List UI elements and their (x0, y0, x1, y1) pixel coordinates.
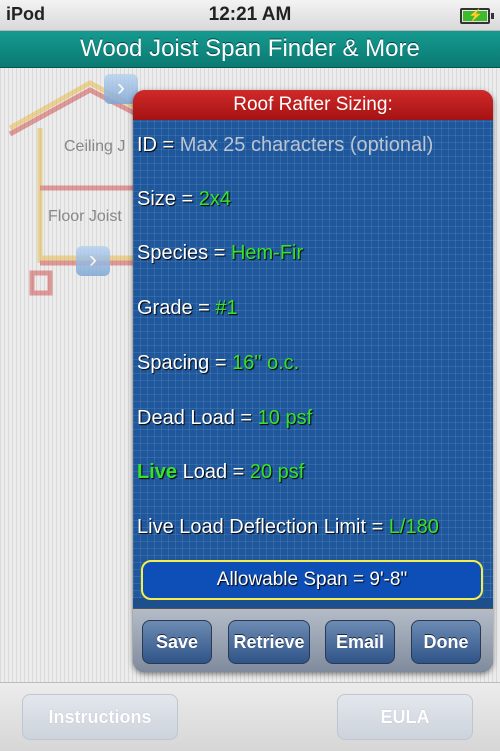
species-row[interactable]: Species = Hem-Fir (137, 242, 303, 265)
id-field[interactable]: Max 25 characters (optional) (180, 134, 433, 156)
live-word: Live (137, 461, 178, 483)
panel-header: Roof Rafter Sizing: (133, 90, 493, 120)
ceiling-joist-label: Ceiling J (64, 138, 126, 155)
bottom-bar: Instructions EULA (0, 682, 500, 751)
size-row[interactable]: Size = 2x4 (137, 188, 231, 211)
spacing-value[interactable]: 16" o.c. (232, 352, 299, 374)
allowable-span-display: Allowable Span = 9'-8" (141, 560, 483, 600)
spacing-row[interactable]: Spacing = 16" o.c. (137, 352, 299, 375)
panel-body: ID = Max 25 characters (optional) Size =… (133, 120, 493, 598)
dead-load-row[interactable]: Dead Load = 10 psf (137, 407, 312, 430)
chevron-right-icon[interactable]: › (76, 246, 110, 276)
eula-button[interactable]: EULA (337, 694, 473, 740)
floor-joist-label: Floor Joist (48, 208, 122, 225)
id-row[interactable]: ID = Max 25 characters (optional) (137, 134, 433, 157)
done-button[interactable]: Done (411, 620, 481, 664)
dead-load-value[interactable]: 10 psf (258, 407, 312, 429)
panel-toolbar: Save Retrieve Email Done (133, 608, 493, 672)
app-title: Wood Joist Span Finder & More (80, 35, 420, 62)
roof-rafter-panel: Roof Rafter Sizing: ID = Max 25 characte… (133, 90, 493, 672)
species-value[interactable]: Hem-Fir (231, 242, 303, 264)
size-value[interactable]: 2x4 (199, 188, 231, 210)
grade-value[interactable]: #1 (215, 297, 237, 319)
save-button[interactable]: Save (142, 620, 212, 664)
grade-row[interactable]: Grade = #1 (137, 297, 238, 320)
status-bar: iPod 12:21 AM ⚡ (0, 0, 500, 31)
title-bar: Wood Joist Span Finder & More (0, 31, 500, 68)
live-load-row[interactable]: Live Load = 20 psf (137, 461, 304, 484)
deflection-value[interactable]: L/180 (389, 516, 439, 538)
live-load-value[interactable]: 20 psf (250, 461, 304, 483)
clock: 12:21 AM (208, 4, 292, 25)
deflection-row[interactable]: Live Load Deflection Limit = L/180 (137, 516, 439, 539)
battery-icon: ⚡ (460, 8, 494, 24)
retrieve-button[interactable]: Retrieve (228, 620, 310, 664)
email-button[interactable]: Email (325, 620, 395, 664)
instructions-button[interactable]: Instructions (22, 694, 178, 740)
